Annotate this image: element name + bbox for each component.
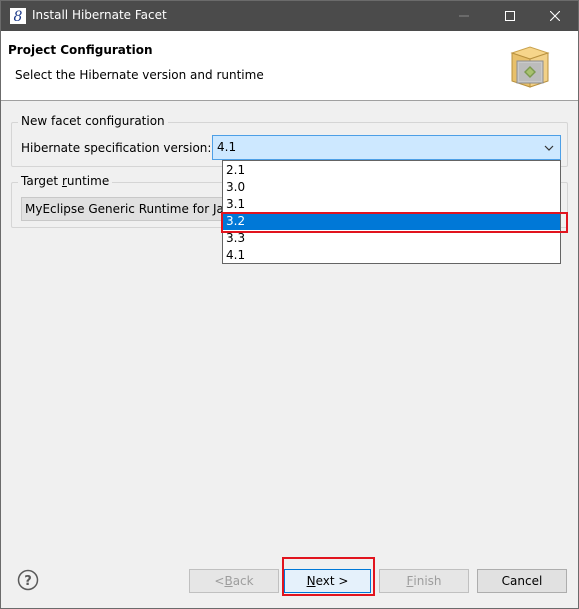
list-item-3-3[interactable]: 3.3 bbox=[223, 230, 560, 247]
runtime-label-suffix: untime bbox=[66, 174, 110, 188]
next-mnemonic: N bbox=[306, 574, 316, 588]
cancel-button[interactable]: Cancel bbox=[477, 569, 567, 593]
list-item-2-1[interactable]: 2.1 bbox=[223, 162, 560, 179]
page-title: Project Configuration bbox=[8, 43, 153, 57]
install-hibernate-facet-dialog: 8 Install Hibernate Facet Project Config… bbox=[0, 0, 579, 609]
help-icon[interactable]: ? bbox=[17, 569, 39, 591]
spec-version-value: 4.1 bbox=[217, 140, 237, 154]
svg-text:8: 8 bbox=[14, 9, 23, 24]
list-item-3-1[interactable]: 3.1 bbox=[223, 196, 560, 213]
next-button[interactable]: Next > bbox=[284, 569, 371, 593]
finish-mnemonic: F bbox=[406, 574, 414, 588]
close-icon[interactable] bbox=[532, 1, 578, 31]
title-bar[interactable]: 8 Install Hibernate Facet bbox=[1, 1, 578, 31]
group-label-facet: New facet configuration bbox=[18, 114, 168, 128]
group-label-runtime: Target runtime bbox=[18, 174, 113, 188]
spec-version-label: Hibernate specification version: bbox=[21, 141, 212, 155]
svg-text:?: ? bbox=[24, 574, 32, 589]
next-suffix: ext > bbox=[315, 574, 349, 588]
back-mnemonic: B bbox=[224, 574, 233, 588]
spec-version-dropdown-list[interactable]: 2.1 3.0 3.1 3.2 3.3 4.1 bbox=[222, 160, 561, 264]
finish-suffix: inish bbox=[413, 574, 442, 588]
spec-version-combo[interactable]: 4.1 bbox=[212, 135, 561, 160]
finish-button[interactable]: Finish bbox=[379, 569, 469, 593]
myeclipse-logo-icon: 8 bbox=[10, 8, 26, 24]
hibernate-facet-box-icon bbox=[506, 43, 554, 91]
chevron-down-icon[interactable] bbox=[542, 141, 556, 155]
back-button[interactable]: < Back bbox=[189, 569, 279, 593]
list-item-4-1[interactable]: 4.1 bbox=[223, 247, 560, 264]
window-title: Install Hibernate Facet bbox=[32, 8, 167, 22]
page-description: Select the Hibernate version and runtime bbox=[15, 68, 264, 82]
back-suffix: ack bbox=[232, 574, 254, 588]
list-item-3-2[interactable]: 3.2 bbox=[223, 213, 560, 230]
runtime-label-prefix: Target bbox=[21, 174, 62, 188]
list-item-3-0[interactable]: 3.0 bbox=[223, 179, 560, 196]
wizard-banner: Project Configuration Select the Hiberna… bbox=[1, 31, 578, 101]
minimize-icon[interactable] bbox=[441, 1, 487, 31]
back-prefix: < bbox=[214, 574, 225, 588]
maximize-icon[interactable] bbox=[487, 1, 533, 31]
